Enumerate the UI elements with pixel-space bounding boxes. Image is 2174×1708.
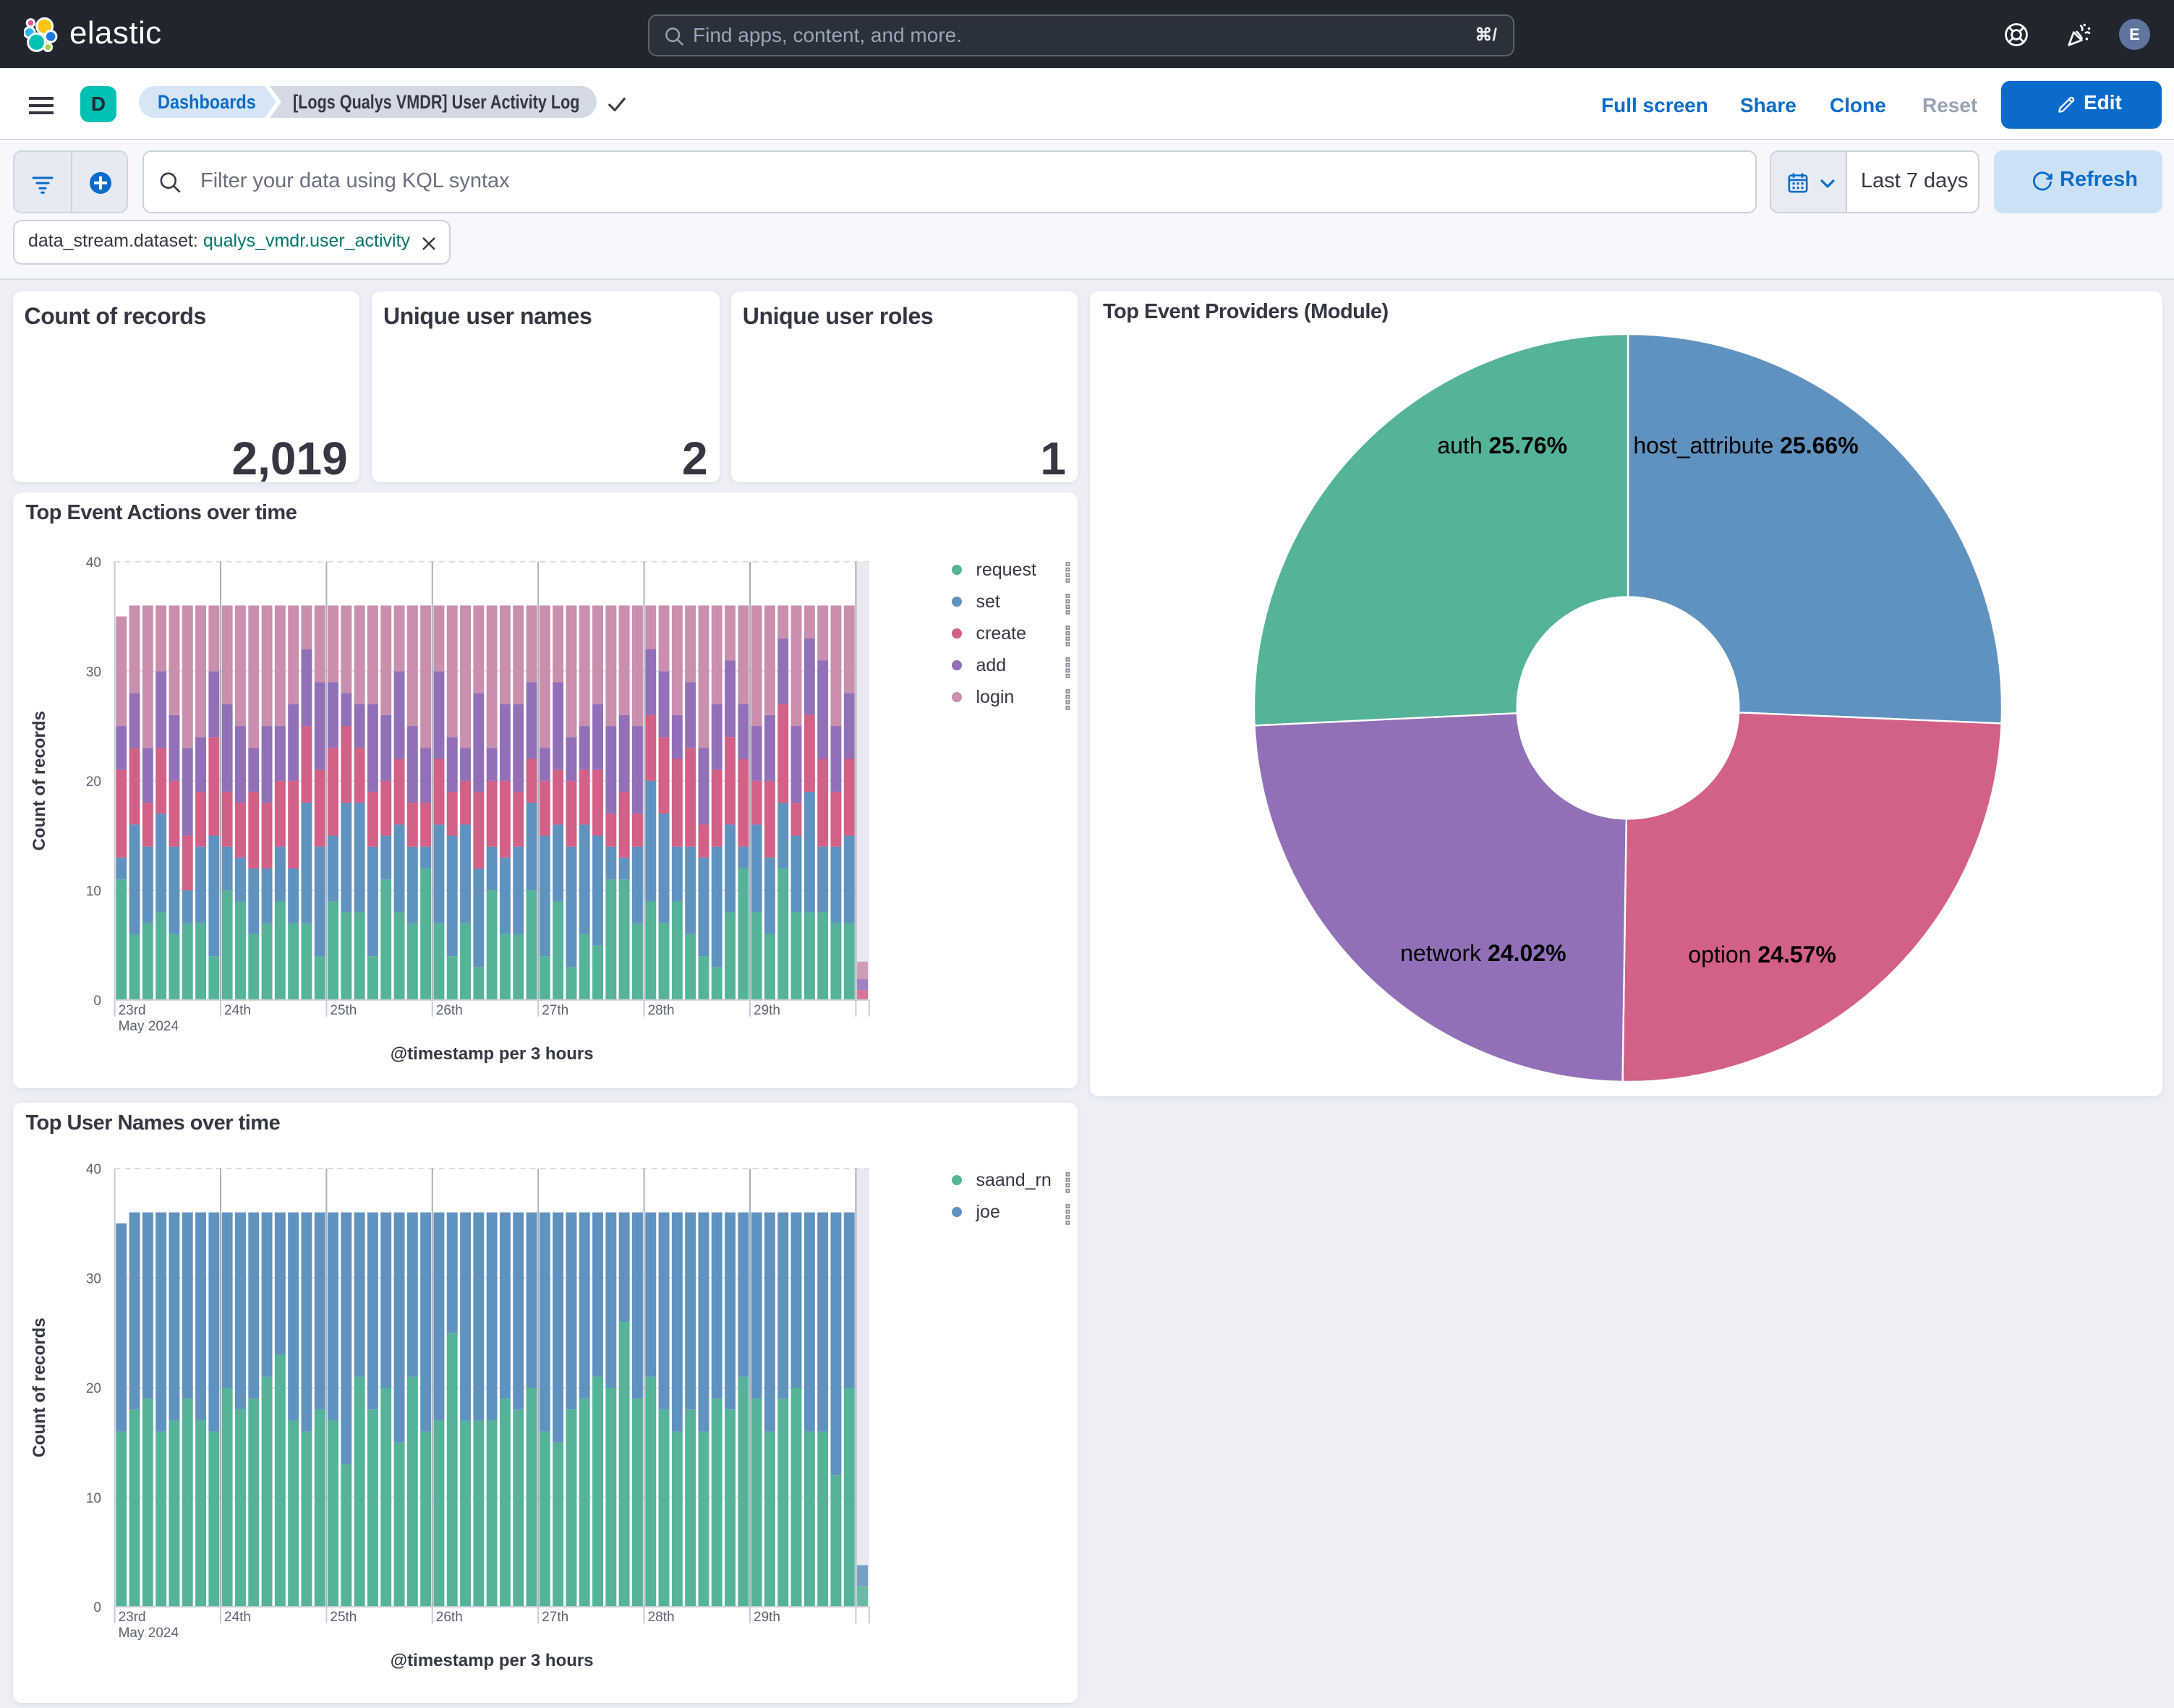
svg-text:May 2024: May 2024 (118, 1626, 179, 1641)
svg-text:29th: 29th (754, 1003, 780, 1018)
svg-text:25th: 25th (330, 1003, 357, 1018)
svg-text:30: 30 (85, 1272, 101, 1287)
svg-text:May 2024: May 2024 (118, 1019, 179, 1034)
svg-text:24th: 24th (224, 1003, 251, 1018)
svg-text:30: 30 (85, 665, 101, 680)
svg-text:20: 20 (85, 774, 101, 790)
svg-text:40: 40 (85, 555, 101, 571)
svg-text:0: 0 (93, 994, 101, 1009)
svg-text:26th: 26th (435, 1003, 462, 1018)
svg-text:28th: 28th (647, 1003, 674, 1018)
svg-text:29th: 29th (754, 1610, 780, 1625)
svg-text:20: 20 (85, 1381, 101, 1396)
svg-text:10: 10 (85, 884, 101, 900)
svg-text:23rd: 23rd (118, 1003, 145, 1018)
svg-text:28th: 28th (647, 1610, 674, 1625)
svg-text:24th: 24th (224, 1610, 251, 1625)
svg-text:0: 0 (93, 1600, 101, 1615)
svg-text:26th: 26th (435, 1610, 462, 1625)
svg-text:10: 10 (85, 1491, 101, 1506)
svg-text:25th: 25th (330, 1610, 357, 1625)
svg-text:27th: 27th (542, 1003, 568, 1018)
svg-text:27th: 27th (542, 1610, 568, 1625)
svg-text:40: 40 (85, 1162, 101, 1177)
svg-text:23rd: 23rd (118, 1610, 145, 1625)
svg-text:@timestamp per 3 hours: @timestamp per 3 hours (390, 1651, 593, 1670)
svg-text:Count of records: Count of records (30, 1318, 49, 1457)
svg-text:@timestamp per 3 hours: @timestamp per 3 hours (390, 1044, 593, 1064)
svg-text:Count of records: Count of records (30, 711, 49, 850)
